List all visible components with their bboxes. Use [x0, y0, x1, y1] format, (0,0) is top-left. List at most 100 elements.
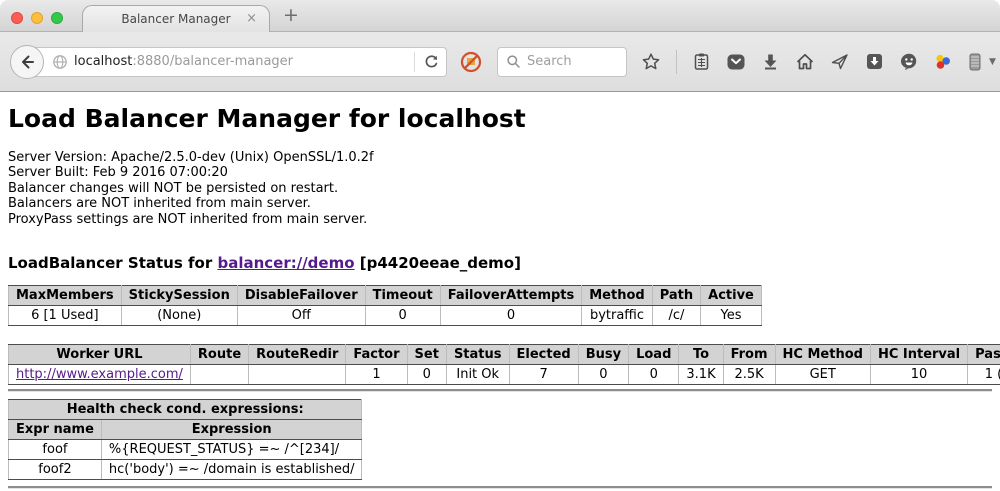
color-dots-icon[interactable] — [934, 53, 952, 71]
browser-window: Balancer Manager × + localhost:8880/bala… — [0, 0, 1000, 491]
col-hc-interval: HC Interval — [870, 345, 967, 365]
cell-to: 3.1K — [679, 365, 723, 385]
balancer-demo-link[interactable]: balancer://demo — [217, 254, 354, 272]
extension-cylinder-icon[interactable] — [967, 52, 983, 72]
table-header-row: Expr name Expression — [9, 420, 362, 440]
col-load: Load — [629, 345, 679, 365]
pocket-icon[interactable] — [726, 52, 746, 72]
cell-path: /c/ — [652, 306, 700, 326]
search-placeholder: Search — [527, 54, 572, 69]
url-bar[interactable]: localhost:8880/balancer-manager — [27, 47, 447, 77]
cell-busy: 0 — [578, 365, 628, 385]
cell-load: 0 — [629, 365, 679, 385]
col-elected: Elected — [509, 345, 578, 365]
col-active: Active — [701, 286, 762, 306]
server-built-line: Server Built: Feb 9 2016 07:00:20 — [8, 165, 992, 180]
col-path: Path — [652, 286, 700, 306]
table-row: 6 [1 Used] (None) Off 0 0 bytraffic /c/ … — [9, 306, 762, 326]
cell-routeredir — [249, 365, 346, 385]
site-identity-globe-icon[interactable] — [52, 54, 68, 70]
feedback-smiley-icon[interactable] — [899, 52, 919, 72]
worker-url-link[interactable]: http://www.example.com/ — [16, 367, 183, 382]
url-host: localhost — [74, 54, 132, 69]
worker-status-table: Worker URL Route RouteRedir Factor Set S… — [8, 344, 1000, 385]
col-route: Route — [190, 345, 248, 365]
server-info: Server Version: Apache/2.5.0-dev (Unix) … — [8, 150, 992, 227]
cell-stickysession: (None) — [121, 306, 237, 326]
cell-disablefailover: Off — [237, 306, 365, 326]
cell-factor: 1 — [346, 365, 407, 385]
col-maxmembers: MaxMembers — [9, 286, 122, 306]
col-stickysession: StickySession — [121, 286, 237, 306]
divider — [8, 389, 992, 392]
back-arrow-icon — [18, 53, 36, 71]
cell-route — [190, 365, 248, 385]
cell-elected: 7 — [509, 365, 578, 385]
url-text[interactable]: localhost:8880/balancer-manager — [74, 54, 406, 69]
bookmarks-clipboard-icon[interactable] — [692, 52, 711, 71]
toolbar-buttons: ▼ — [641, 50, 1000, 74]
col-method: Method — [582, 286, 652, 306]
col-routeredir: RouteRedir — [249, 345, 346, 365]
page-title: Load Balancer Manager for localhost — [8, 105, 992, 133]
col-timeout: Timeout — [365, 286, 440, 306]
cell-expr-name: foof2 — [9, 460, 102, 480]
tab-title: Balancer Manager — [121, 12, 230, 26]
col-failoverattempts: FailoverAttempts — [440, 286, 582, 306]
col-set: Set — [407, 345, 446, 365]
tab-balancer-manager[interactable]: Balancer Manager × — [82, 5, 270, 32]
health-check-table: Health check cond. expressions: Expr nam… — [8, 399, 362, 480]
plugin-blocked-icon[interactable] — [459, 50, 483, 74]
search-icon — [506, 54, 521, 69]
col-busy: Busy — [578, 345, 628, 365]
table-header-row: Worker URL Route RouteRedir Factor Set S… — [9, 345, 1000, 365]
cell-hc-method: GET — [775, 365, 870, 385]
reload-icon[interactable] — [423, 53, 440, 70]
toolbar-separator — [676, 50, 677, 74]
table-header-row: MaxMembers StickySession DisableFailover… — [9, 286, 762, 306]
col-from: From — [723, 345, 775, 365]
url-path: :8880/balancer-manager — [132, 54, 293, 69]
heading-prefix: LoadBalancer Status for — [8, 254, 217, 272]
col-hc-method: HC Method — [775, 345, 870, 365]
cell-from: 2.5K — [723, 365, 775, 385]
table-row: foof2 hc('body') =~ /domain is establish… — [9, 460, 362, 480]
page-content: Load Balancer Manager for localhost Serv… — [0, 105, 1000, 491]
col-to: To — [679, 345, 723, 365]
home-icon[interactable] — [795, 52, 815, 72]
chevron-down-icon[interactable]: ▼ — [989, 57, 996, 67]
proxypass-note-line: ProxyPass settings are NOT inherited fro… — [8, 212, 992, 227]
cell-expr-name: foof — [9, 440, 102, 460]
col-expr-name: Expr name — [9, 420, 102, 440]
cell-active: Yes — [701, 306, 762, 326]
col-worker-url: Worker URL — [9, 345, 191, 365]
cell-status: Init Ok — [446, 365, 509, 385]
tab-close-icon[interactable]: × — [246, 12, 257, 25]
balancer-settings-table: MaxMembers StickySession DisableFailover… — [8, 285, 762, 326]
bookmark-star-icon[interactable] — [641, 52, 661, 72]
col-factor: Factor — [346, 345, 407, 365]
back-button[interactable] — [10, 45, 44, 79]
balancer-status-heading: LoadBalancer Status for balancer://demo … — [8, 254, 992, 272]
minimize-window-button[interactable] — [31, 12, 43, 24]
cell-expression: hc('body') =~ /domain is established/ — [101, 460, 362, 480]
close-window-button[interactable] — [11, 12, 23, 24]
cell-failoverattempts: 0 — [440, 306, 582, 326]
downloads-icon[interactable] — [761, 52, 780, 71]
cell-maxmembers: 6 [1 Used] — [9, 306, 122, 326]
zoom-window-button[interactable] — [51, 12, 63, 24]
col-passes: Passes — [968, 345, 1000, 365]
col-status: Status — [446, 345, 509, 365]
col-expression: Expression — [101, 420, 362, 440]
cell-passes: 1 (0) — [968, 365, 1000, 385]
search-bar[interactable]: Search — [497, 47, 627, 77]
send-plane-icon[interactable] — [830, 52, 850, 72]
heading-suffix: [p4420eeae_demo] — [355, 254, 521, 272]
new-tab-button[interactable]: + — [283, 4, 299, 26]
inherit-note-line: Balancers are NOT inherited from main se… — [8, 196, 992, 211]
server-version-line: Server Version: Apache/2.5.0-dev (Unix) … — [8, 150, 992, 165]
video-download-icon[interactable] — [865, 52, 884, 71]
cell-expression: %{REQUEST_STATUS} =~ /^[234]/ — [101, 440, 362, 460]
cell-method: bytraffic — [582, 306, 652, 326]
cell-set: 0 — [407, 365, 446, 385]
